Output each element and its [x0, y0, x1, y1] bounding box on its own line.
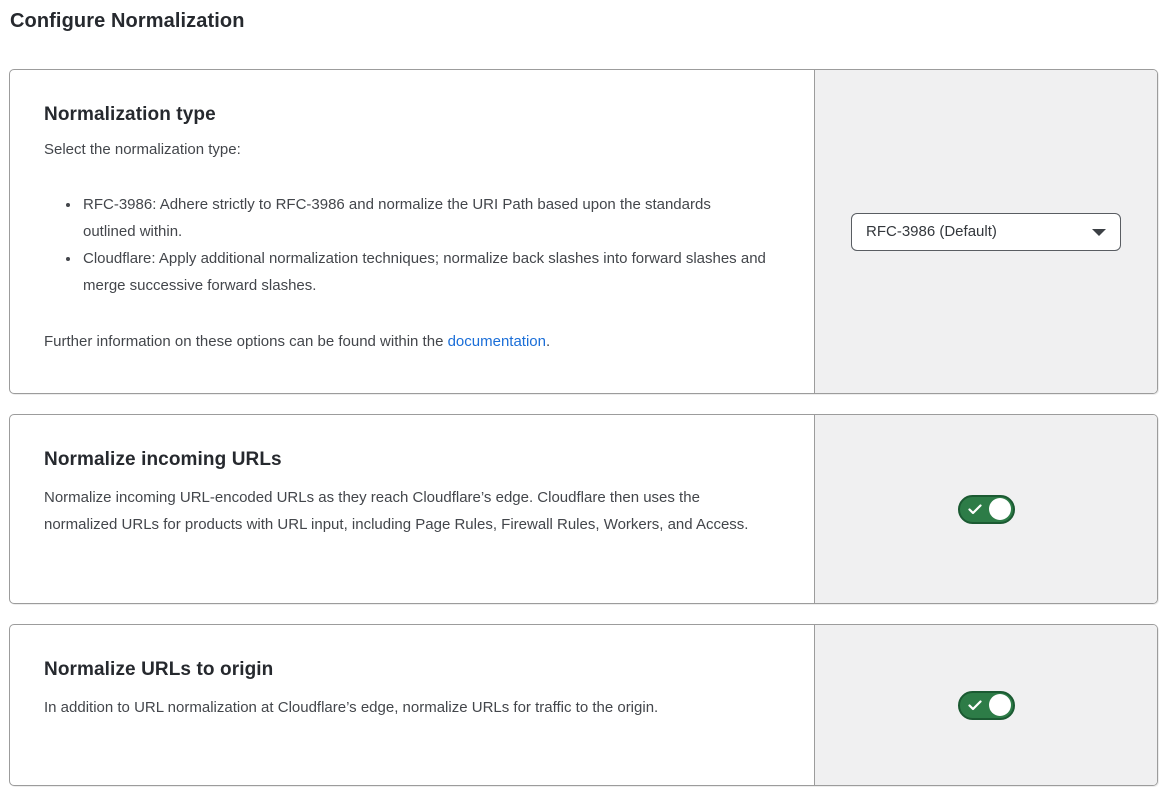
- select-value: RFC-3986 (Default): [866, 223, 997, 240]
- card-intro: Select the normalization type:: [44, 139, 772, 160]
- toggle-knob: [989, 498, 1011, 520]
- list-item: Cloudflare: Apply additional normalizati…: [81, 245, 766, 299]
- page-title: Configure Normalization: [10, 8, 1158, 34]
- normalize-incoming-urls-toggle[interactable]: [958, 495, 1015, 524]
- chevron-down-icon: [1092, 229, 1106, 236]
- documentation-link[interactable]: documentation: [448, 333, 546, 350]
- card-normalize-incoming-urls: Normalize incoming URLs Normalize incomi…: [9, 414, 1158, 604]
- card-description: Normalize incoming URL-encoded URLs as t…: [44, 484, 772, 538]
- card-footer: Further information on these options can…: [44, 328, 772, 355]
- card-content: Normalize incoming URLs Normalize incomi…: [10, 415, 814, 603]
- check-icon: [968, 700, 982, 711]
- card-title: Normalization type: [44, 102, 774, 127]
- card-title: Normalize URLs to origin: [44, 657, 774, 682]
- normalize-urls-to-origin-toggle[interactable]: [958, 691, 1015, 720]
- footer-text-suffix: .: [546, 333, 550, 350]
- card-content: Normalize URLs to origin In addition to …: [10, 625, 814, 785]
- card-control-panel: RFC-3986 (Default): [814, 70, 1157, 393]
- card-normalization-type: Normalization type Select the normalizat…: [9, 69, 1158, 394]
- card-title: Normalize incoming URLs: [44, 447, 774, 472]
- bullet-list: RFC-3986: Adhere strictly to RFC-3986 an…: [44, 191, 766, 299]
- card-control-panel: [814, 415, 1157, 603]
- card-content: Normalization type Select the normalizat…: [10, 70, 814, 393]
- card-normalize-urls-to-origin: Normalize URLs to origin In addition to …: [9, 624, 1158, 786]
- normalization-type-select[interactable]: RFC-3986 (Default): [851, 213, 1121, 251]
- check-icon: [968, 504, 982, 515]
- list-item: RFC-3986: Adhere strictly to RFC-3986 an…: [81, 191, 766, 245]
- footer-text: Further information on these options can…: [44, 333, 448, 350]
- card-description: In addition to URL normalization at Clou…: [44, 694, 772, 721]
- card-control-panel: [814, 625, 1157, 785]
- toggle-knob: [989, 694, 1011, 716]
